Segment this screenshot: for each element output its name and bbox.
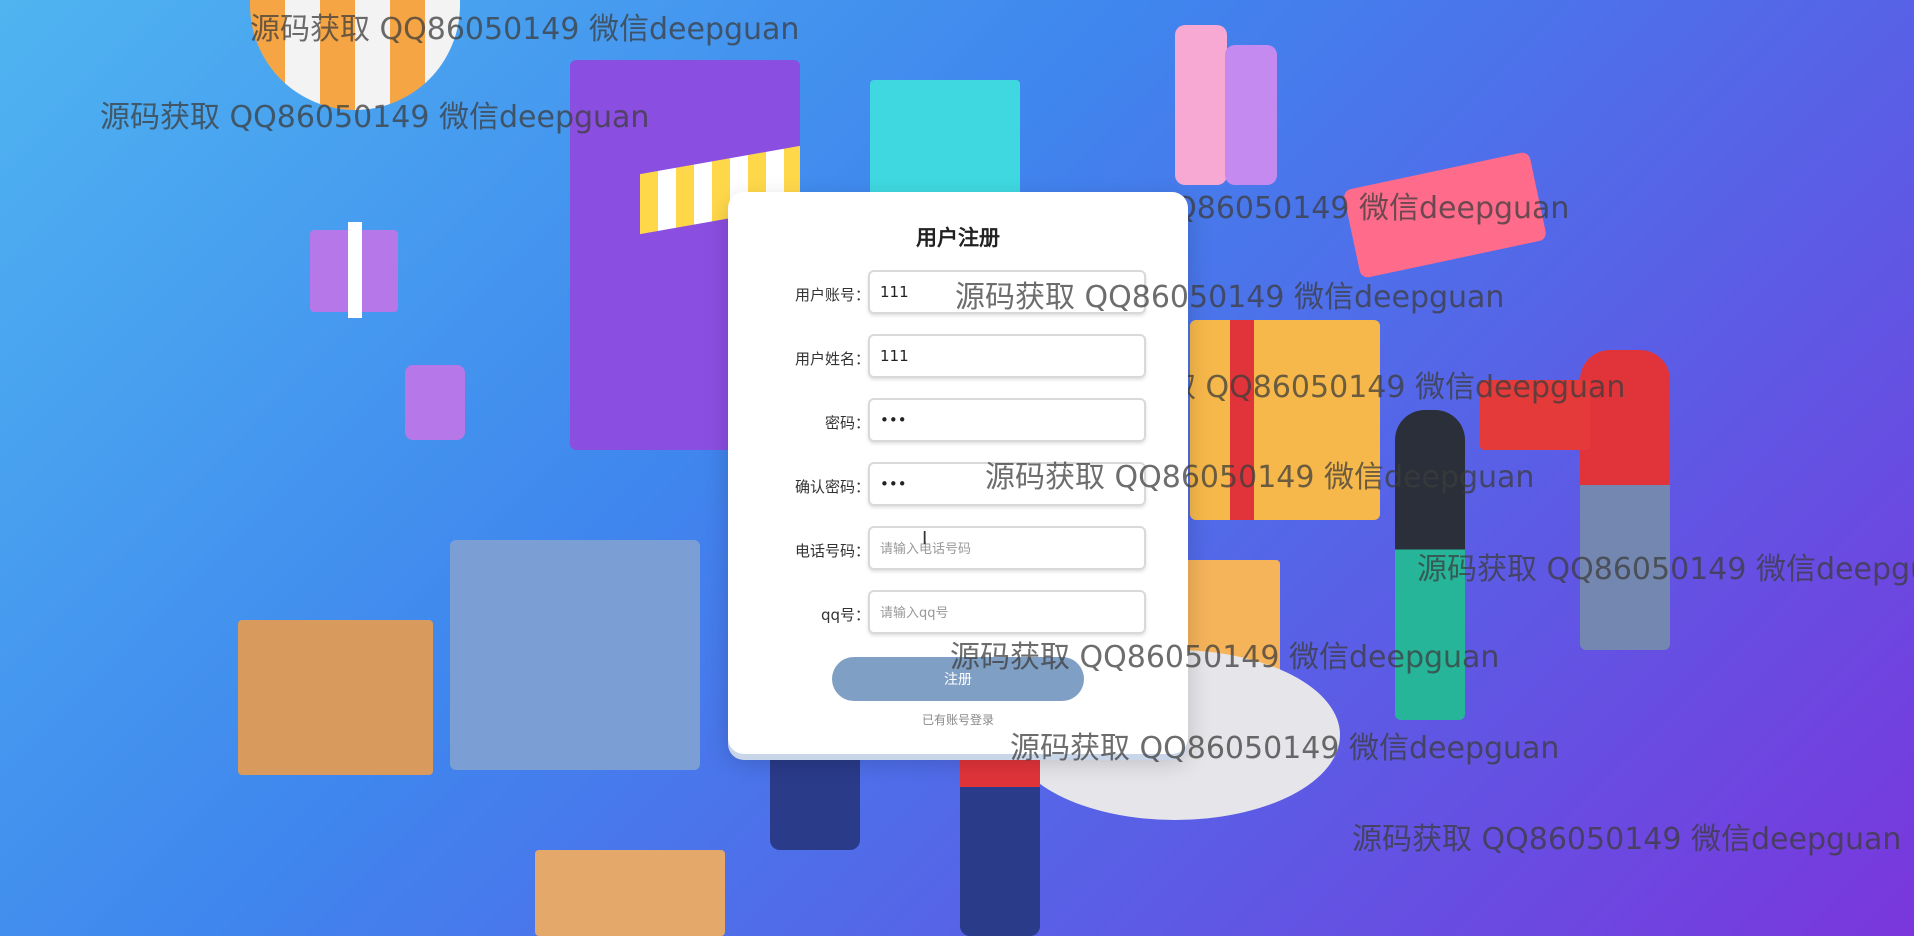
shopping-bag-blue [450, 540, 700, 770]
delivery-man-figure [1580, 350, 1670, 650]
account-input[interactable] [868, 270, 1146, 314]
coupon-ticket [1342, 151, 1548, 279]
page-title: 用户注册 [916, 226, 1000, 250]
qq-row: qq号： [728, 590, 1188, 638]
password-input[interactable] [868, 398, 1146, 442]
gift-ribbon [348, 222, 362, 318]
confirm-password-row: 确认密码： [728, 462, 1188, 510]
cardboard-box-bottom [535, 850, 725, 936]
register-card: 用户注册 用户账号： 用户姓名： 密码： 确认密码： 电话号码： qq号： 注册… [728, 192, 1188, 754]
cosmetics-tube-pink [1175, 25, 1227, 185]
password-label: 密码： [824, 414, 870, 432]
gift-ribbon-large [1230, 320, 1254, 520]
cosmetics-tube-purple [1225, 45, 1277, 185]
woman-figure [1395, 410, 1465, 720]
account-row: 用户账号： [728, 270, 1188, 318]
man-figure-left [770, 750, 860, 850]
qq-label: qq号： [820, 606, 870, 624]
confirm-password-label: 确认密码： [794, 478, 870, 496]
phone-input[interactable] [868, 526, 1146, 570]
percent-tag [405, 365, 465, 440]
name-label: 用户姓名： [794, 350, 870, 368]
gift-box-large [1190, 320, 1380, 520]
cardboard-box [238, 620, 433, 775]
qq-input[interactable] [868, 590, 1146, 634]
login-link[interactable]: 已有账号登录 [728, 711, 1188, 728]
red-box [1480, 380, 1590, 450]
name-input[interactable] [868, 334, 1146, 378]
phone-label: 电话号码： [794, 542, 870, 560]
account-label: 用户账号： [794, 286, 870, 304]
phone-row: 电话号码： [728, 526, 1188, 574]
man-figure-right [960, 750, 1040, 936]
parachute-illustration [250, 0, 460, 110]
password-row: 密码： [728, 398, 1188, 446]
register-button[interactable]: 注册 [832, 657, 1084, 701]
shopping-bag-teal [870, 80, 1020, 200]
confirm-password-input[interactable] [868, 462, 1146, 506]
text-cursor-icon: I [922, 528, 928, 549]
name-row: 用户姓名： [728, 334, 1188, 382]
